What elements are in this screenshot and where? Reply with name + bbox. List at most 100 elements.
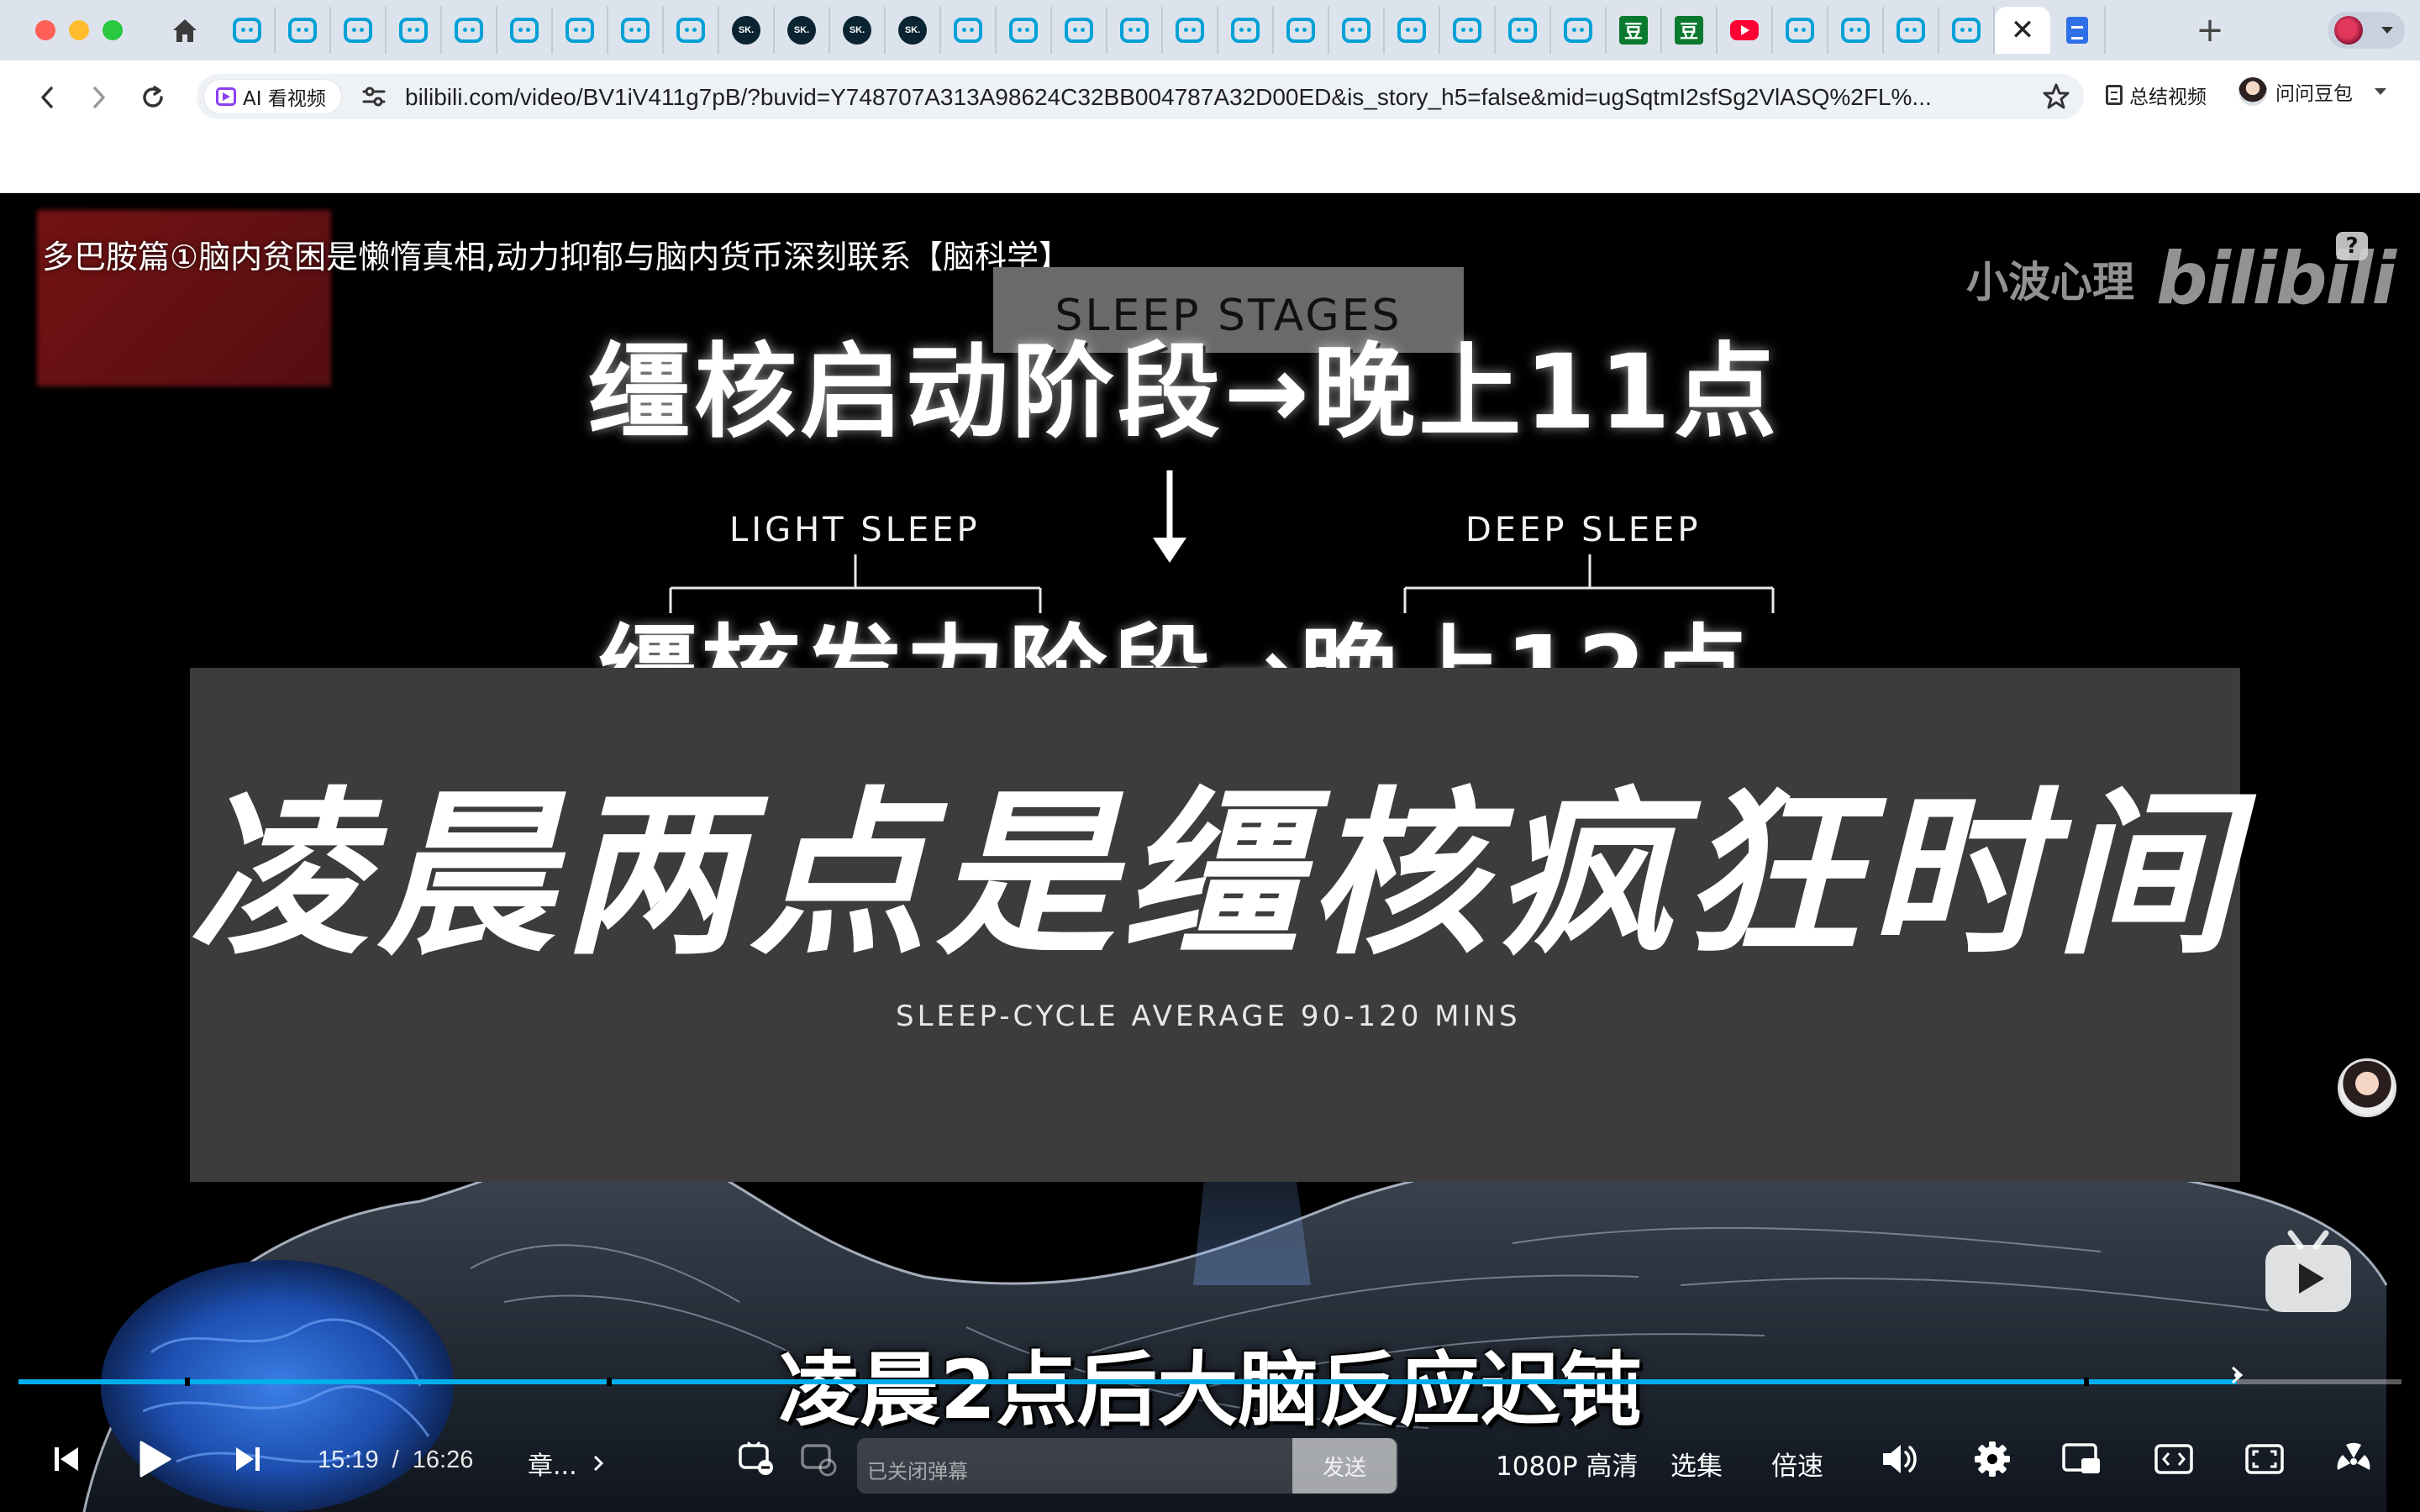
home-icon[interactable] bbox=[168, 15, 202, 45]
sk-icon: SK. bbox=[732, 16, 760, 45]
next-button[interactable] bbox=[230, 1436, 266, 1482]
douban-icon: 豆 bbox=[1619, 16, 1648, 45]
progress-bar[interactable] bbox=[18, 1366, 2402, 1389]
browser-tab[interactable] bbox=[1385, 7, 1440, 54]
progress-knob[interactable] bbox=[2226, 1364, 2248, 1386]
browser-tab[interactable] bbox=[442, 7, 497, 54]
close-window-button[interactable] bbox=[35, 20, 55, 40]
danmaku-settings-button[interactable] bbox=[798, 1436, 840, 1482]
page-header-strip bbox=[0, 133, 2420, 193]
ask-doubao-button[interactable]: 问问豆包 bbox=[2238, 77, 2386, 106]
site-settings-icon[interactable] bbox=[361, 85, 387, 108]
fullscreen-button[interactable] bbox=[2333, 1436, 2375, 1482]
browser-tab[interactable] bbox=[2050, 7, 2106, 54]
chapter-marker bbox=[2084, 1378, 2089, 1386]
browser-tab[interactable] bbox=[220, 7, 276, 54]
url-text[interactable]: bilibili.com/video/BV1iV411g7pB/?buvid=Y… bbox=[405, 84, 1943, 111]
send-danmaku-button[interactable]: 发送 bbox=[1292, 1438, 1397, 1494]
play-button[interactable] bbox=[134, 1436, 175, 1482]
episodes-button[interactable]: 选集 bbox=[1670, 1445, 1723, 1483]
browser-tab[interactable] bbox=[1274, 7, 1329, 54]
bilibili-tv-icon[interactable] bbox=[2262, 1228, 2354, 1315]
browser-tab[interactable]: SK. bbox=[830, 7, 886, 54]
browser-tab[interactable] bbox=[331, 7, 387, 54]
skip-previous-icon bbox=[55, 1447, 78, 1471]
browser-toolbar: AI 看视频 bilibili.com/video/BV1iV411g7pB/?… bbox=[0, 60, 2420, 133]
previous-button[interactable] bbox=[49, 1436, 84, 1482]
summarize-video-button[interactable]: 总结视频 bbox=[2106, 81, 2207, 109]
ai-chip-label: AI 看视频 bbox=[243, 88, 326, 110]
browser-tab[interactable] bbox=[1828, 7, 1884, 54]
browser-tab[interactable]: SK. bbox=[886, 7, 941, 54]
browser-tab[interactable]: 豆 bbox=[1607, 7, 1662, 54]
profile-avatar bbox=[2334, 16, 2363, 45]
volume-button[interactable] bbox=[1879, 1436, 1921, 1482]
picture-in-picture-button[interactable] bbox=[2060, 1436, 2102, 1482]
back-button[interactable] bbox=[30, 81, 64, 114]
browser-tab[interactable] bbox=[553, 7, 608, 54]
web-fullscreen-button[interactable] bbox=[2244, 1436, 2286, 1482]
bilibili-icon bbox=[1231, 18, 1260, 43]
radiation-icon bbox=[2337, 1442, 2370, 1470]
browser-tab[interactable] bbox=[276, 7, 331, 54]
browser-tab[interactable] bbox=[997, 7, 1052, 54]
maximize-window-button[interactable] bbox=[103, 20, 123, 40]
profile-button[interactable] bbox=[2328, 12, 2405, 49]
sk-icon: SK. bbox=[787, 16, 816, 45]
browser-tab[interactable] bbox=[1496, 7, 1551, 54]
browser-tab[interactable] bbox=[664, 7, 719, 54]
browser-tab[interactable] bbox=[497, 7, 553, 54]
browser-tab[interactable] bbox=[1107, 7, 1163, 54]
play-icon bbox=[139, 1441, 171, 1478]
browser-tab[interactable] bbox=[387, 7, 442, 54]
ai-watch-video-chip[interactable]: AI 看视频 bbox=[203, 79, 342, 114]
browser-tab[interactable] bbox=[941, 7, 997, 54]
browser-tab[interactable] bbox=[1052, 7, 1107, 54]
forward-button[interactable] bbox=[82, 81, 116, 114]
chapter-button[interactable]: 章... bbox=[528, 1445, 604, 1482]
browser-tab[interactable]: ✕ bbox=[1995, 7, 2050, 54]
player-controls: 15:19 / 16:26 章... 已关闭弹幕 发送 1080P 高清 选集 … bbox=[0, 1403, 2420, 1512]
reload-button[interactable] bbox=[136, 81, 170, 114]
bilibili-icon bbox=[1952, 18, 1981, 43]
bilibili-icon bbox=[1508, 18, 1537, 43]
close-icon[interactable]: ✕ bbox=[2011, 16, 2035, 45]
uploader-avatar[interactable] bbox=[2338, 1058, 2396, 1117]
browser-tab[interactable] bbox=[1551, 7, 1607, 54]
current-time: 15:19 bbox=[318, 1446, 379, 1473]
browser-tab[interactable]: 豆 bbox=[1662, 7, 1718, 54]
danmaku-toggle-button[interactable] bbox=[736, 1436, 778, 1482]
browser-tab[interactable] bbox=[1440, 7, 1496, 54]
widescreen-button[interactable] bbox=[2153, 1436, 2195, 1482]
playback-speed-button[interactable]: 倍速 bbox=[1771, 1445, 1823, 1483]
time-separator: / bbox=[392, 1446, 399, 1473]
browser-tab[interactable] bbox=[1718, 7, 1773, 54]
tab-strip: SK. SK. SK. SK. 豆豆 ✕ + bbox=[0, 0, 2420, 60]
quality-button[interactable]: 1080P 高清 bbox=[1496, 1445, 1638, 1483]
minimize-window-button[interactable] bbox=[69, 20, 89, 40]
doubao-avatar bbox=[2238, 77, 2267, 106]
danmaku-placeholder: 已关闭弹幕 bbox=[867, 1460, 968, 1483]
browser-tab[interactable] bbox=[1329, 7, 1385, 54]
bilibili-icon bbox=[510, 18, 539, 43]
browser-tab[interactable]: SK. bbox=[719, 7, 775, 54]
settings-button[interactable] bbox=[1971, 1436, 2013, 1482]
browser-tab[interactable]: SK. bbox=[775, 7, 830, 54]
bookmark-star-icon[interactable] bbox=[2042, 82, 2070, 111]
browser-tab[interactable] bbox=[608, 7, 664, 54]
new-tab-button[interactable]: + bbox=[2188, 11, 2232, 50]
volume-icon bbox=[1883, 1445, 1917, 1473]
video-player[interactable]: 多巴胺篇①脑内贫困是懒惰真相,动力抑郁与脑内货币深刻联系【脑科学】 小波心理 b… bbox=[0, 193, 2420, 1512]
browser-tab[interactable] bbox=[1773, 7, 1828, 54]
browser-tab[interactable] bbox=[1218, 7, 1274, 54]
browser-tab[interactable] bbox=[1163, 7, 1218, 54]
danmaku-off-icon bbox=[739, 1441, 773, 1475]
bilibili-icon bbox=[1786, 18, 1814, 43]
time-display: 15:19 / 16:26 bbox=[318, 1446, 473, 1474]
bilibili-icon bbox=[1009, 18, 1038, 43]
bilibili-icon bbox=[1453, 18, 1481, 43]
browser-tab[interactable] bbox=[1884, 7, 1939, 54]
chevron-down-icon bbox=[2381, 27, 2393, 34]
browser-tab[interactable] bbox=[1939, 7, 1995, 54]
address-bar[interactable]: AI 看视频 bilibili.com/video/BV1iV411g7pB/?… bbox=[197, 74, 2084, 119]
